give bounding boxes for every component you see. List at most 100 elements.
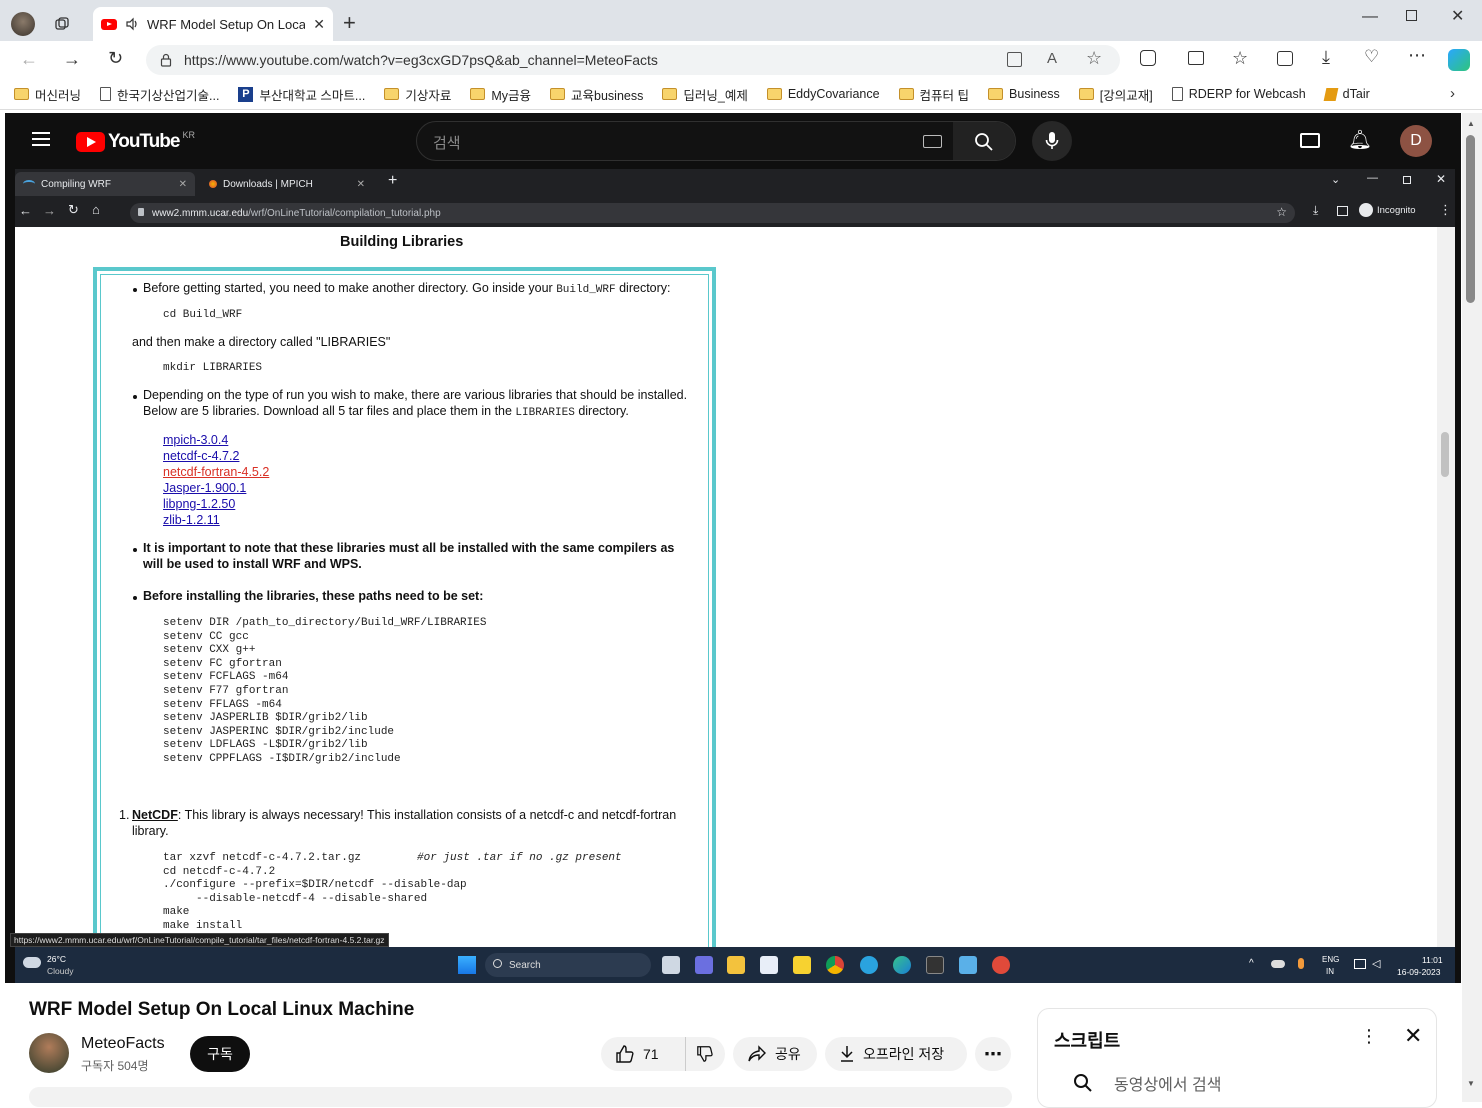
transcript-close-icon[interactable]: ✕	[1404, 1023, 1422, 1049]
thumbs-down-icon	[697, 1046, 713, 1062]
transcript-menu-icon[interactable]: ⋮	[1360, 1026, 1378, 1047]
lock-icon	[160, 53, 172, 67]
youtube-search-box[interactable]: 검색	[416, 121, 1016, 161]
forward-button[interactable]: →	[63, 49, 81, 70]
app-available-icon[interactable]	[1007, 52, 1022, 67]
favorite-item[interactable]: [강의교재]	[1078, 85, 1153, 104]
channel-avatar[interactable]	[29, 1033, 69, 1073]
favorite-item[interactable]: EddyCovariance	[766, 87, 880, 101]
download-button[interactable]: 오프라인 저장	[825, 1037, 967, 1071]
transcript-search-input[interactable]: 동영상에서 검색	[1114, 1071, 1222, 1095]
onedrive-icon	[1271, 960, 1285, 968]
chrome-restore-icon	[1403, 176, 1411, 184]
youtube-search-input[interactable]: 검색	[433, 132, 461, 153]
description-box[interactable]	[29, 1087, 1012, 1107]
network-icon	[1354, 959, 1366, 969]
edge-taskbar-icon	[893, 956, 911, 974]
favorite-item[interactable]: Business	[988, 87, 1060, 101]
favorite-star-icon[interactable]: ☆	[1086, 48, 1102, 69]
scroll-down-arrow-icon[interactable]: ▼	[1467, 1079, 1475, 1088]
favorites-icon[interactable]: ☆	[1232, 48, 1248, 69]
edge-tab-active[interactable]: WRF Model Setup On Local ✕	[93, 7, 333, 41]
page-scrollbar[interactable]: ▲ ▼	[1462, 113, 1482, 1102]
youtube-favicon-icon	[101, 18, 117, 30]
youtube-play-icon	[76, 132, 105, 152]
transcript-panel: 스크립트 ⋮ ✕ 동영상에서 검색	[1037, 1008, 1437, 1108]
chrome-download-icon: ⤓	[1313, 203, 1319, 217]
youtube-logo[interactable]: YouTube KR	[76, 130, 195, 153]
link-netcdf-fortran[interactable]: netcdf-fortran-4.5.2	[163, 465, 269, 479]
workspaces-icon[interactable]	[52, 14, 72, 34]
back-button[interactable]: ←	[20, 49, 38, 70]
channel-name[interactable]: MeteoFacts	[81, 1035, 165, 1053]
downloads-icon[interactable]: ⤓	[1322, 47, 1330, 68]
keyboard-icon[interactable]	[923, 135, 942, 148]
more-options-icon[interactable]: ⋯	[1408, 45, 1426, 66]
link-jasper[interactable]: Jasper-1.900.1	[163, 481, 246, 495]
link-netcdf-c[interactable]: netcdf-c-4.7.2	[163, 449, 239, 463]
share-button[interactable]: 공유	[733, 1037, 817, 1071]
chrome-sidepanel-icon	[1337, 206, 1348, 216]
favorite-item[interactable]: 머신러닝	[14, 85, 81, 104]
scroll-thumb[interactable]	[1466, 135, 1475, 303]
favorites-overflow-chevron-icon[interactable]: ›	[1450, 85, 1455, 102]
favorite-item[interactable]: 컴퓨터 팁	[898, 85, 969, 104]
dislike-button[interactable]	[685, 1037, 725, 1071]
voice-search-button[interactable]	[1032, 121, 1072, 161]
create-video-icon[interactable]	[1300, 133, 1320, 148]
new-tab-button[interactable]: +	[343, 12, 356, 34]
tutorial-scrollbar	[1437, 227, 1455, 947]
link-zlib[interactable]: zlib-1.2.11	[163, 513, 220, 527]
link-libpng[interactable]: libpng-1.2.50	[163, 497, 235, 511]
favorite-item[interactable]: dTair	[1323, 87, 1370, 101]
more-actions-button[interactable]: ⋯	[975, 1037, 1011, 1071]
copilot-icon[interactable]	[1448, 49, 1470, 71]
favorite-item[interactable]: 딥러닝_예제	[662, 85, 748, 104]
chrome-home-icon: ⌂	[92, 202, 100, 217]
like-button[interactable]: 71	[601, 1037, 685, 1071]
favorite-item[interactable]: 기상자료	[384, 85, 451, 104]
download-icon	[841, 1046, 853, 1062]
tutorial-page: Building Libraries Before getting starte…	[15, 227, 1437, 947]
maximize-button[interactable]	[1406, 10, 1417, 21]
folder-icon	[988, 88, 1004, 100]
close-tab-icon: ✕	[178, 178, 187, 190]
subscribe-button[interactable]: 구독	[190, 1036, 250, 1072]
close-tab-icon[interactable]: ✕	[313, 16, 325, 33]
refresh-button[interactable]: ↻	[108, 48, 123, 69]
menu-icon[interactable]	[32, 132, 50, 146]
profile-avatar[interactable]	[11, 12, 35, 36]
split-screen-icon[interactable]	[1188, 51, 1204, 65]
thumbs-up-icon	[616, 1045, 634, 1063]
minimize-button[interactable]: —	[1362, 8, 1378, 26]
file-explorer-icon	[727, 956, 745, 974]
folder-icon	[14, 88, 29, 100]
notifications-bell-icon[interactable]: 🔔︎	[1348, 128, 1372, 152]
account-avatar[interactable]: D	[1400, 125, 1432, 157]
favorite-item[interactable]: P 부산대학교 스마트...	[238, 85, 365, 104]
extensions-icon[interactable]	[1140, 50, 1156, 66]
chrome-tab-compiling-wrf: Compiling WRF ✕	[15, 172, 195, 196]
speaker-icon[interactable]	[125, 17, 139, 31]
intro-paragraph: Before getting started, you need to make…	[143, 281, 671, 296]
youtube-search-button[interactable]	[953, 122, 1015, 160]
folder-icon	[470, 88, 486, 100]
collections-icon[interactable]	[1277, 51, 1293, 66]
mpich-favicon-icon	[209, 180, 217, 188]
close-window-button[interactable]: ✕	[1451, 6, 1464, 26]
favorite-item[interactable]: 교육business	[550, 85, 643, 104]
browser-essentials-icon[interactable]: ♡	[1364, 47, 1379, 67]
netcdf-heading: NetCDF: This library is always necessary…	[132, 808, 677, 822]
address-bar[interactable]: https://www.youtube.com/watch?v=eg3cxGD7…	[146, 45, 1120, 75]
folder-icon	[662, 88, 678, 100]
favorite-item[interactable]: 한국기상산업기술...	[100, 85, 219, 104]
folder-icon	[550, 88, 566, 100]
folder-icon	[898, 88, 914, 100]
url-text: https://www.youtube.com/watch?v=eg3cxGD7…	[184, 52, 658, 68]
link-mpich[interactable]: mpich-3.0.4	[163, 433, 228, 447]
favorite-item[interactable]: My금융	[470, 85, 531, 104]
read-aloud-icon[interactable]: A	[1047, 50, 1057, 67]
favorite-item[interactable]: RDERP for Webcash	[1171, 87, 1306, 101]
chrome-minimize-icon: —	[1367, 172, 1378, 184]
scroll-up-arrow-icon[interactable]: ▲	[1467, 119, 1475, 128]
